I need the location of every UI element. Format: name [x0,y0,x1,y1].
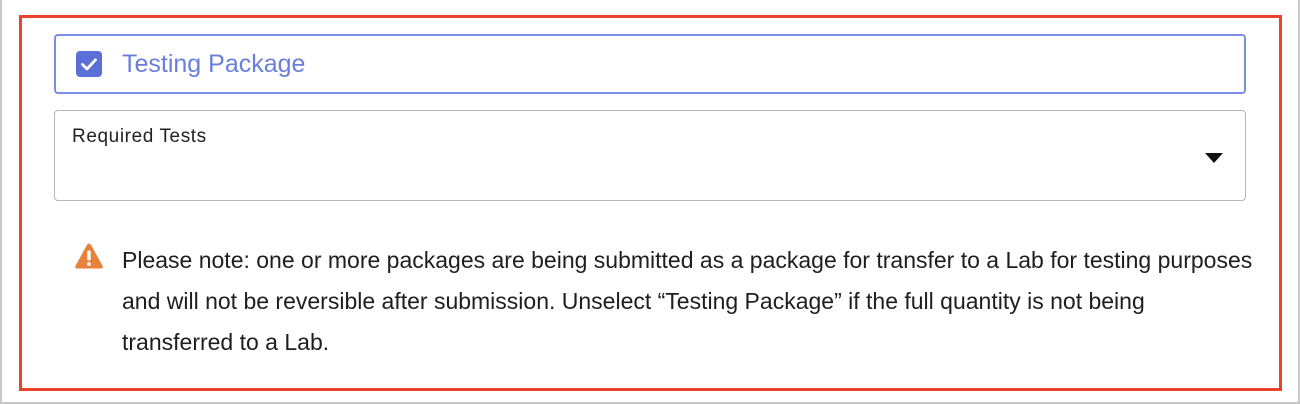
warning-icon [75,243,103,269]
notice-text: Please note: one or more packages are be… [122,247,1253,355]
testing-package-checkbox-row[interactable]: Testing Package [54,34,1246,94]
required-tests-select[interactable]: Required Tests [54,110,1246,201]
testing-package-checkbox[interactable] [76,51,102,77]
checkmark-icon [81,57,97,70]
required-tests-label: Required Tests [72,126,207,147]
caret-down-icon[interactable] [1205,153,1223,163]
testing-package-label[interactable]: Testing Package [122,50,305,79]
